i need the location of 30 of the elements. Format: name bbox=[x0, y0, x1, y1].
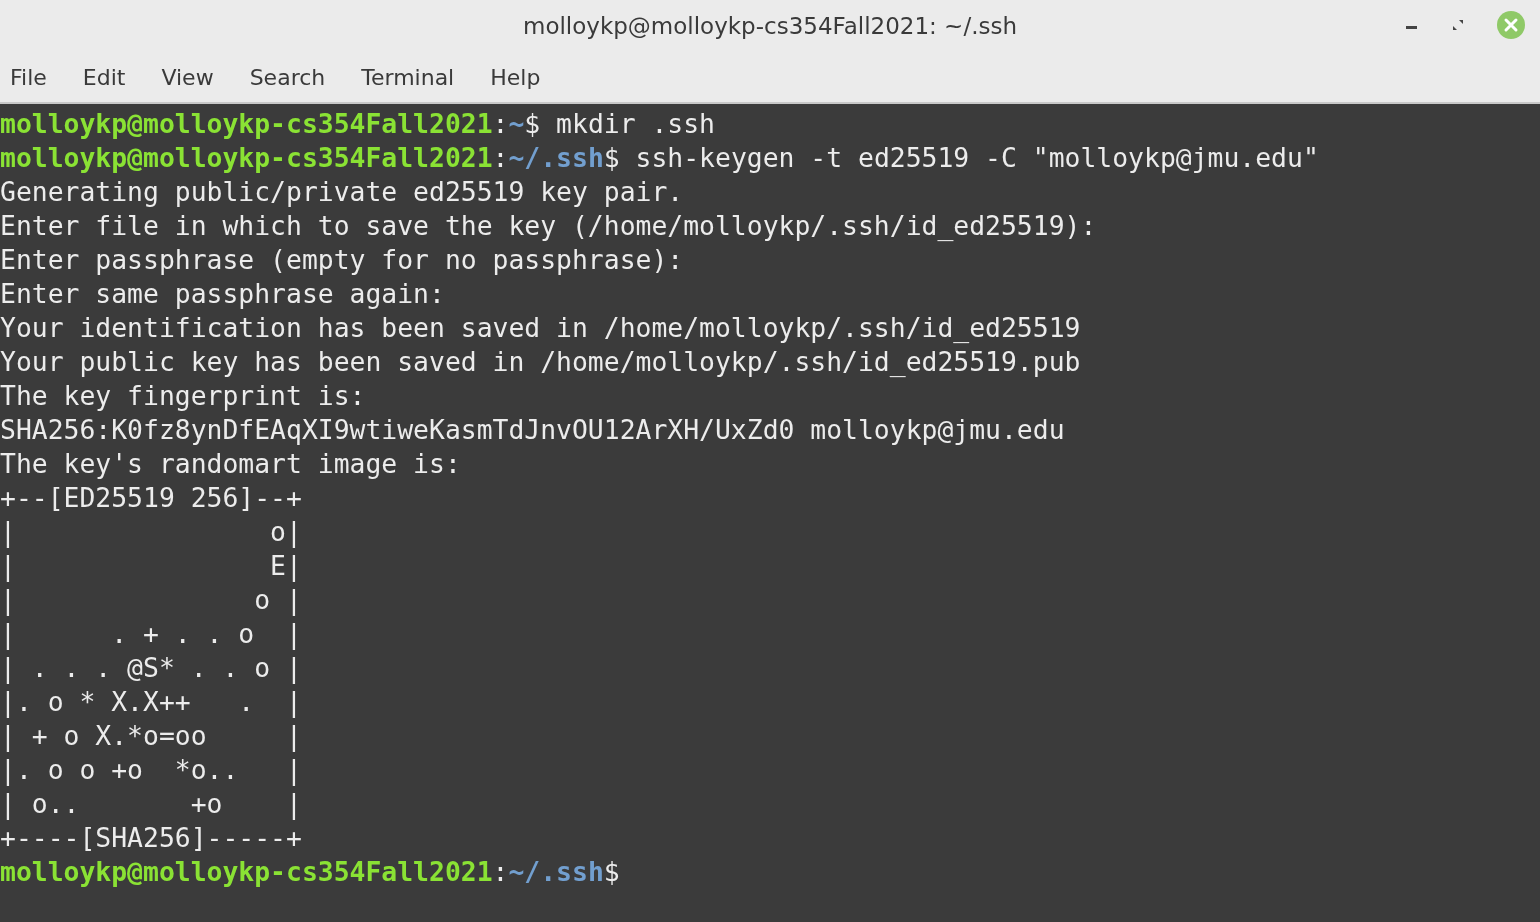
window-title: molloykp@molloykp-cs354Fall2021: ~/.ssh bbox=[523, 13, 1017, 39]
output-line: SHA256:K0fz8ynDfEAqXI9wtiweKasmTdJnvOU12ArXH/UxZd0 molloykp@jmu.edu bbox=[0, 413, 1065, 447]
output-line: Enter passphrase (empty for no passphrase): bbox=[0, 243, 684, 277]
menu-item[interactable]: Search bbox=[239, 58, 352, 96]
output-line: Your public key has been saved in /home/molloykp/.ssh/id_ed25519.pub bbox=[0, 345, 1081, 379]
output-line: | o.. +o | bbox=[0, 787, 302, 821]
output-line: Generating public/private ed25519 key pair. bbox=[0, 175, 684, 209]
output-line: |. o * X.X++ . | bbox=[0, 685, 302, 719]
output-line: |. o o +o *o.. | bbox=[0, 753, 302, 787]
output-line: +----[SHA256]-----+ bbox=[0, 821, 302, 855]
menu-item[interactable]: Edit bbox=[72, 58, 152, 96]
output-line: The key fingerprint is: bbox=[0, 379, 366, 413]
prompt-line: molloykp@molloykp-cs354Fall2021:~$ mkdir .ssh bbox=[0, 107, 715, 141]
output-line: | + o X.*o=oo | bbox=[0, 719, 302, 753]
prompt-line: molloykp@molloykp-cs354Fall2021:~/.ssh$ bbox=[0, 855, 620, 889]
menu-item[interactable]: View bbox=[151, 58, 240, 96]
output-line: The key's randomart image is: bbox=[0, 447, 461, 481]
prompt-line: molloykp@molloykp-cs354Fall2021:~/.ssh$ ssh-keygen -t ed25519 -C "molloykp@jmu.edu" bbox=[0, 141, 1319, 175]
menu-item[interactable]: Terminal bbox=[351, 58, 481, 96]
output-line: | . . . @S* . . o | bbox=[0, 651, 302, 685]
output-line: Your identification has been saved in /home/molloykp/.ssh/id_ed25519 bbox=[0, 311, 1081, 345]
output-line: +--[ED25519 256]--+ bbox=[0, 481, 302, 515]
output-line: Enter same passphrase again: bbox=[0, 277, 445, 311]
output-line: Enter file in which to save the key (/home/molloykp/.ssh/id_ed25519): bbox=[0, 209, 1097, 243]
output-line: | E| bbox=[0, 549, 302, 583]
output-line: | o | bbox=[0, 583, 302, 617]
menu-item[interactable]: File bbox=[0, 58, 73, 96]
output-line: | . + . . o | bbox=[0, 617, 302, 651]
output-line: | o| bbox=[0, 515, 302, 549]
menu-item[interactable]: Help bbox=[480, 58, 567, 96]
